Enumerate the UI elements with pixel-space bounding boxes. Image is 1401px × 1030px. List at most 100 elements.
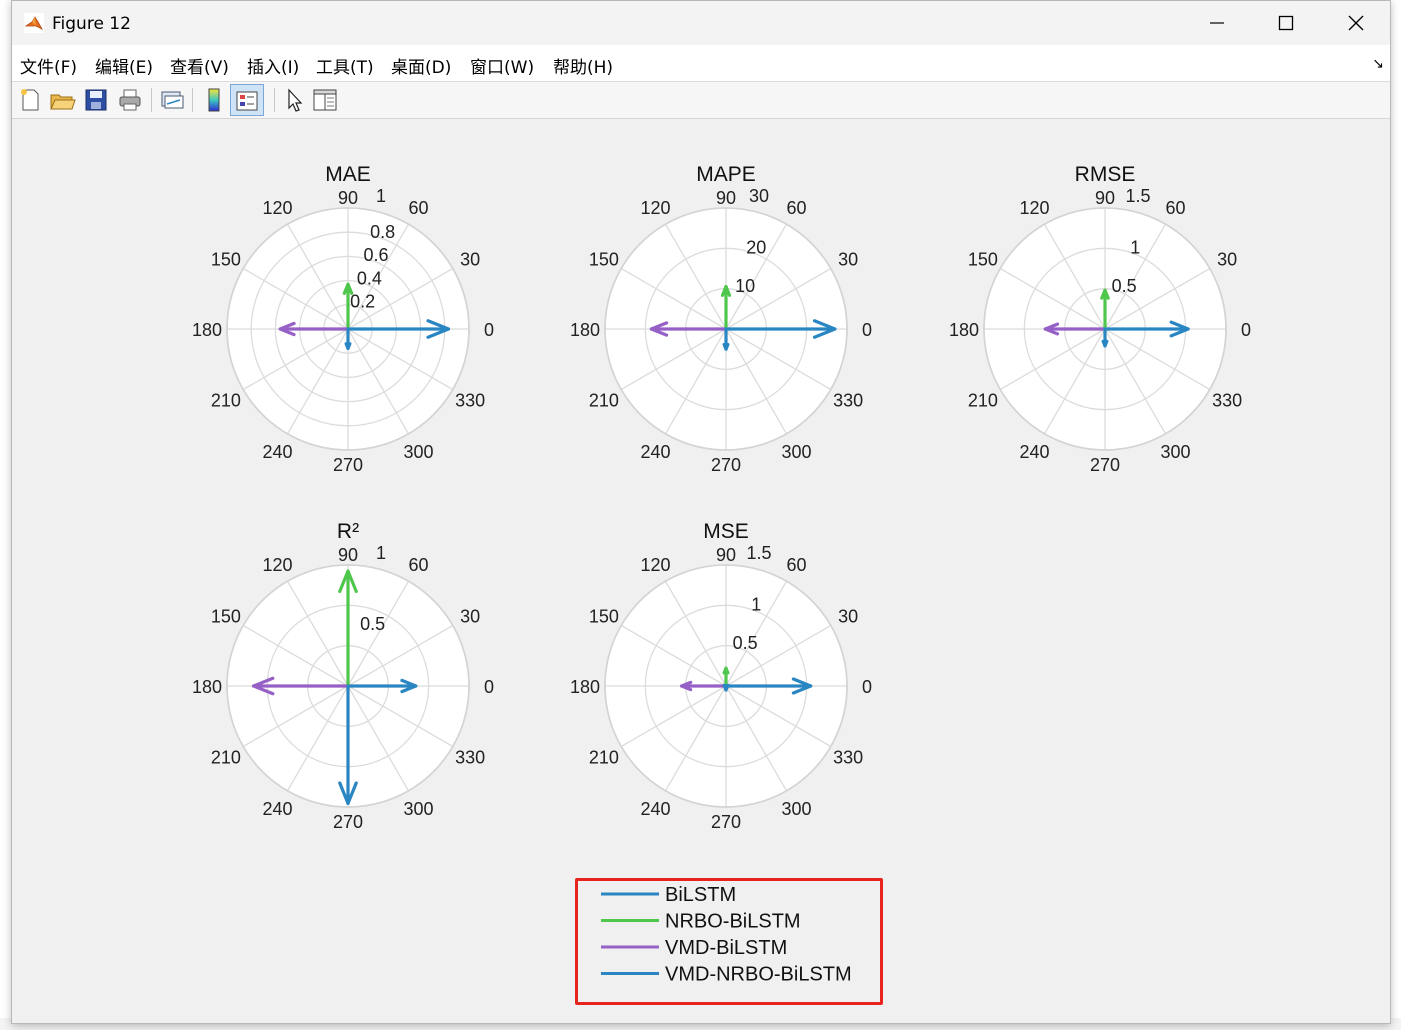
save-icon[interactable]: [82, 86, 110, 114]
radial-tick-label: 0.6: [363, 245, 388, 265]
plot-title: RMSE: [1075, 163, 1136, 186]
menu-view[interactable]: 查看(V): [170, 53, 229, 78]
angle-tick-label: 210: [211, 391, 241, 411]
angle-tick-label: 240: [262, 799, 292, 819]
pointer-icon[interactable]: [280, 86, 308, 114]
matlab-logo-icon: [24, 13, 44, 33]
angle-tick-label: 330: [1212, 391, 1242, 411]
arrow-head: [722, 342, 730, 351]
property-editor-icon[interactable]: [310, 86, 338, 114]
radial-tick-label: 0.4: [357, 268, 382, 288]
menu-insert[interactable]: 插入(I): [247, 53, 299, 78]
compass-plot-4: 0.5 1 0 30 60 90 120 150 180 210 240 270 300 330 R²: [192, 520, 494, 832]
angle-tick-label: 270: [333, 812, 363, 832]
angle-tick-label: 60: [1165, 198, 1185, 218]
angle-tick-label: 240: [262, 442, 292, 462]
radial-tick-label: 20: [746, 237, 766, 257]
link-plot-icon[interactable]: [158, 86, 186, 114]
radial-tick-label: 30: [749, 186, 769, 206]
angle-tick-label: 210: [211, 748, 241, 768]
angle-tick-label: 270: [333, 455, 363, 475]
angle-tick-label: 180: [949, 320, 979, 340]
legend-icon: [236, 91, 258, 111]
plot-title: R²: [337, 520, 359, 543]
angle-tick-label: 120: [640, 555, 670, 575]
legend-button[interactable]: [230, 84, 264, 116]
menu-desktop[interactable]: 桌面(D): [391, 53, 451, 78]
compass-plot-3: 0.5 1 1.5 0 30 60 90 120 150 180 210 240 270 300 330 RM…: [949, 163, 1251, 475]
menu-window[interactable]: 窗口(W): [470, 53, 534, 78]
toolbar: [12, 82, 1390, 119]
arrow-vmd-nrbo-bilstm: [722, 327, 730, 351]
radial-tick-label: 1: [376, 543, 386, 563]
radial-tick-label: 1.5: [1125, 186, 1150, 206]
arrow-vmd-nrbo-bilstm: [344, 327, 352, 350]
angle-tick-label: 150: [211, 607, 241, 627]
radial-tick-label: 1: [376, 186, 386, 206]
radial-tick-label: 1.5: [746, 543, 771, 563]
radial-tick-label: 1: [1130, 237, 1140, 257]
angle-tick-label: 270: [1090, 455, 1120, 475]
angle-tick-label: 330: [833, 391, 863, 411]
angle-tick-label: 240: [640, 442, 670, 462]
arrow-head: [1101, 339, 1109, 348]
angle-tick-label: 60: [786, 198, 806, 218]
arrow-head: [344, 342, 352, 350]
toolbar-separator: [274, 88, 275, 112]
radial-tick-label: 0.8: [370, 222, 395, 242]
angle-tick-label: 60: [408, 555, 428, 575]
menu-edit[interactable]: 编辑(E): [95, 53, 153, 78]
background-window-edge-right: [1392, 0, 1401, 1030]
angle-tick-label: 330: [455, 748, 485, 768]
radial-tick-label: 0.5: [360, 614, 385, 634]
minimize-button[interactable]: [1184, 1, 1250, 45]
arrow-nrbo-bilstm: [722, 666, 730, 688]
angle-tick-label: 0: [484, 677, 494, 697]
angle-tick-label: 240: [1019, 442, 1049, 462]
print-icon[interactable]: [116, 86, 144, 114]
angle-tick-label: 330: [455, 391, 485, 411]
angle-tick-label: 330: [833, 748, 863, 768]
minimize-icon: [1210, 22, 1224, 24]
arrow-vmd-nrbo-bilstm: [722, 683, 730, 692]
radial-tick-label: 10: [735, 276, 755, 296]
angle-tick-label: 150: [968, 250, 998, 270]
menu-tools[interactable]: 工具(T): [316, 53, 374, 78]
angle-tick-label: 90: [1095, 188, 1115, 208]
menu-expand-arrow-icon[interactable]: ↘: [1372, 55, 1384, 72]
open-file-icon[interactable]: [48, 86, 76, 114]
angle-tick-label: 180: [192, 677, 222, 697]
menu-bar: 文件(F) 编辑(E) 查看(V) 插入(I) 工具(T) 桌面(D) 窗口(W…: [12, 45, 1390, 82]
angle-tick-label: 300: [1160, 442, 1190, 462]
colorbar-icon[interactable]: [200, 86, 228, 114]
compass-plot-1: 0.2 0.4 0.6 0.8 1 0 30 60 90 120 150 180 210 240 270 30…: [192, 163, 494, 475]
angle-tick-label: 120: [1019, 198, 1049, 218]
radial-tick-label: 0.2: [350, 292, 375, 312]
angle-tick-label: 90: [338, 545, 358, 565]
angle-tick-label: 150: [589, 607, 619, 627]
angle-tick-label: 90: [716, 545, 736, 565]
toolbar-separator: [192, 88, 193, 112]
angle-tick-label: 300: [403, 442, 433, 462]
maximize-icon: [1278, 15, 1294, 31]
arrow-head: [722, 683, 730, 692]
new-figure-icon[interactable]: [16, 86, 44, 114]
angle-tick-label: 210: [968, 391, 998, 411]
angle-tick-label: 240: [640, 799, 670, 819]
radial-tick-label: 0.5: [733, 633, 758, 653]
title-bar[interactable]: Figure 12: [12, 1, 1390, 45]
angle-tick-label: 210: [589, 748, 619, 768]
angle-tick-label: 270: [711, 812, 741, 832]
menu-help[interactable]: 帮助(H): [553, 53, 613, 78]
angle-tick-label: 150: [589, 250, 619, 270]
radial-tick-label: 0.5: [1112, 276, 1137, 296]
angle-tick-label: 120: [640, 198, 670, 218]
angle-tick-label: 60: [786, 555, 806, 575]
angle-tick-label: 180: [192, 320, 222, 340]
angle-tick-label: 180: [570, 320, 600, 340]
close-button[interactable]: [1323, 1, 1389, 45]
compass-plot-5: 0.5 1 1.5 0 30 60 90 120 150 180 210 240 270 300 330 MS…: [570, 520, 872, 832]
legend-highlight-box: [575, 878, 883, 1005]
maximize-button[interactable]: [1253, 1, 1319, 45]
menu-file[interactable]: 文件(F): [20, 53, 77, 78]
